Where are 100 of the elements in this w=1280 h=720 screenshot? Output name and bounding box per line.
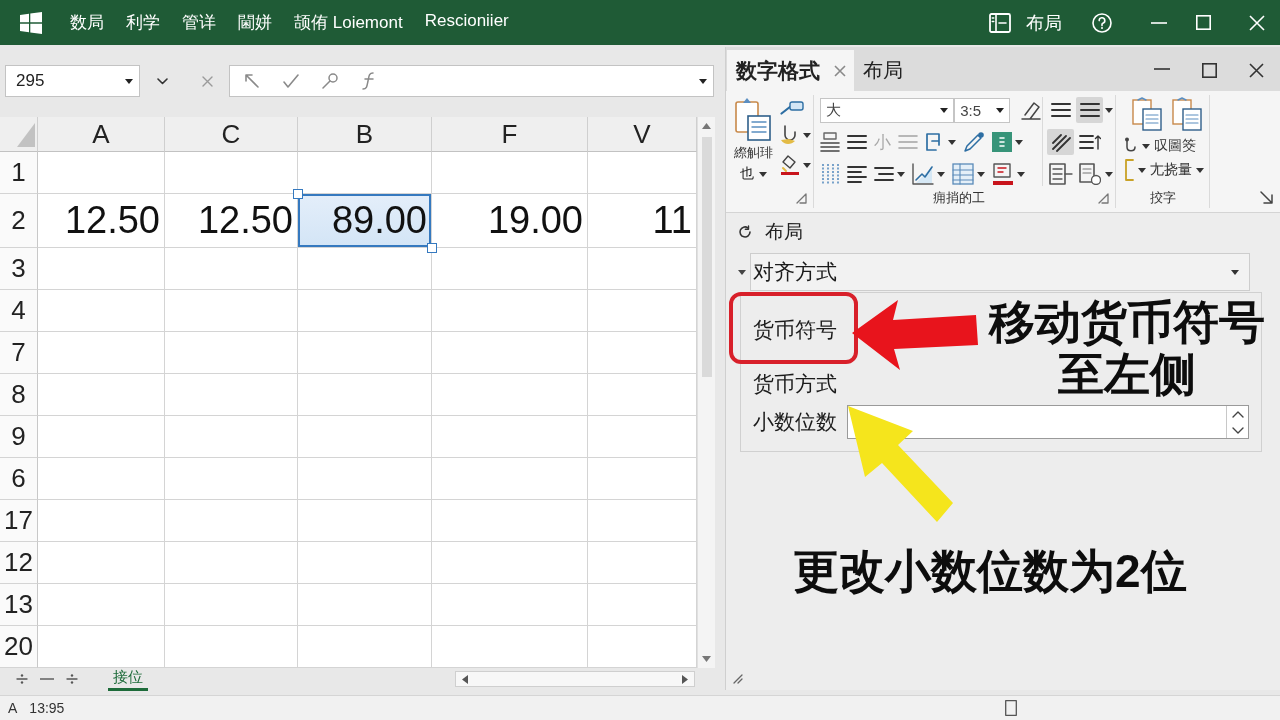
panel-tab[interactable]: 数字格式 [727, 50, 854, 91]
command-button[interactable]: 尢挠量 [1124, 159, 1204, 181]
column-header[interactable]: A [38, 117, 165, 152]
row-header[interactable]: 17 [0, 500, 38, 542]
vertical-scrollbar[interactable] [697, 117, 715, 668]
toolbar-button[interactable] [1076, 97, 1103, 123]
command-button[interactable]: 叹圖筊 [1124, 137, 1196, 155]
check-icon[interactable] [283, 74, 299, 88]
caret-icon[interactable] [1017, 171, 1025, 177]
caret-icon[interactable] [948, 139, 956, 145]
formula-field[interactable] [229, 65, 714, 97]
title-bar-label[interactable]: 布局 [1026, 10, 1062, 35]
row-header[interactable]: 13 [0, 584, 38, 626]
chevron-down-icon[interactable] [1231, 426, 1244, 434]
caret-up-icon[interactable] [702, 123, 711, 129]
caret-left-icon[interactable] [462, 674, 468, 684]
highlighter-icon[interactable] [780, 155, 800, 175]
row-header[interactable]: 1 [0, 152, 38, 194]
row-header[interactable]: 6 [0, 458, 38, 500]
caret-icon[interactable] [1105, 107, 1113, 113]
caret-icon[interactable] [940, 107, 949, 113]
lines-icon[interactable] [847, 134, 867, 150]
row-header[interactable]: 3 [0, 248, 38, 290]
row-header[interactable]: 8 [0, 374, 38, 416]
caret-right-icon[interactable] [682, 674, 688, 684]
caret-icon[interactable] [803, 162, 811, 168]
list-icon[interactable] [874, 166, 894, 182]
caret-down-icon[interactable] [702, 656, 711, 662]
row-header[interactable]: 2 [0, 194, 38, 248]
dropdown-field[interactable]: 对齐方式 [750, 253, 1250, 291]
arrow-icon[interactable] [244, 73, 260, 89]
divide-icon[interactable] [16, 674, 28, 684]
menu-item[interactable]: 颉侑 Loiemont [294, 11, 403, 34]
align-left-icon[interactable] [847, 165, 867, 183]
row-header[interactable]: 9 [0, 416, 38, 458]
selection-handle[interactable] [427, 243, 437, 253]
row-header[interactable]: 20 [0, 626, 38, 668]
caret-icon[interactable] [1015, 139, 1023, 145]
dialog-launcher-icon[interactable] [796, 192, 807, 204]
column-header[interactable]: C [165, 117, 298, 152]
panel-tab[interactable]: 布局 [854, 50, 911, 91]
caret-icon[interactable] [125, 78, 133, 84]
caret-icon[interactable] [1142, 143, 1150, 149]
eraser-icon[interactable] [1020, 100, 1042, 120]
menu-item[interactable]: 数局 [70, 11, 104, 34]
sheet-tab[interactable]: 接位 [108, 667, 148, 691]
chevron-up-icon[interactable] [1231, 410, 1244, 418]
app-logo-icon[interactable] [20, 11, 42, 34]
resize-grip-icon[interactable] [733, 674, 743, 684]
scroll-thumb[interactable] [701, 137, 712, 377]
caret-icon[interactable] [1196, 167, 1204, 173]
menu-item[interactable]: Rescioniier [424, 11, 509, 34]
caret-icon[interactable] [699, 78, 707, 84]
corner-arrow-icon[interactable] [1260, 191, 1274, 206]
divide-icon[interactable] [66, 674, 78, 684]
caret-icon[interactable] [996, 107, 1004, 113]
dialog-launcher-icon[interactable] [1098, 192, 1109, 204]
column-header[interactable]: B [298, 117, 432, 152]
caret-icon[interactable] [803, 132, 811, 138]
document-icon[interactable] [1172, 97, 1202, 131]
maximize-icon[interactable] [1202, 63, 1217, 78]
menu-item[interactable]: 利学 [126, 11, 160, 34]
caret-icon[interactable] [1138, 167, 1146, 173]
help-icon[interactable] [1092, 12, 1112, 33]
chevron-down-icon[interactable] [157, 77, 168, 85]
fill-color-icon[interactable] [992, 132, 1012, 152]
panel-icon[interactable] [989, 12, 1011, 33]
column-header[interactable]: V [588, 117, 697, 152]
refresh-icon[interactable] [738, 225, 752, 239]
brush-icon[interactable] [780, 101, 804, 115]
toolbar-button[interactable] [1076, 161, 1103, 187]
menu-item[interactable]: 管详 [182, 11, 216, 34]
horizontal-scrollbar[interactable] [455, 671, 695, 687]
caret-icon[interactable] [1231, 269, 1239, 275]
row-header[interactable]: 7 [0, 332, 38, 374]
caret-icon[interactable] [738, 269, 746, 275]
stacked-lines-icon[interactable] [820, 132, 840, 152]
selection-handle[interactable] [293, 189, 303, 199]
name-box[interactable]: 295 [5, 65, 140, 97]
caret-icon[interactable] [977, 171, 985, 177]
function-icon[interactable] [361, 72, 375, 90]
toolbar-button[interactable] [1047, 129, 1074, 155]
document-icon[interactable] [1132, 97, 1162, 131]
caret-icon[interactable] [897, 171, 905, 177]
paste-button[interactable]: 縩觓琲 [733, 97, 773, 162]
pin-icon[interactable] [322, 73, 338, 89]
number-field[interactable] [847, 405, 1249, 439]
line-chart-icon[interactable] [912, 163, 934, 185]
caret-icon[interactable] [937, 171, 945, 177]
caret-icon[interactable] [1105, 171, 1113, 177]
text-color-icon[interactable] [992, 163, 1014, 185]
close-icon[interactable] [1249, 63, 1264, 78]
menu-item[interactable]: 閫姘 [238, 11, 272, 34]
caret-icon[interactable] [758, 171, 767, 177]
page-icon[interactable] [1005, 700, 1017, 716]
column-header[interactable]: F [432, 117, 588, 152]
pen-icon[interactable] [963, 131, 985, 153]
font-field[interactable]: 大 [820, 97, 955, 123]
dropdown-button[interactable]: 也 [739, 165, 767, 183]
font-size-field[interactable]: 3:5 [954, 97, 1010, 123]
